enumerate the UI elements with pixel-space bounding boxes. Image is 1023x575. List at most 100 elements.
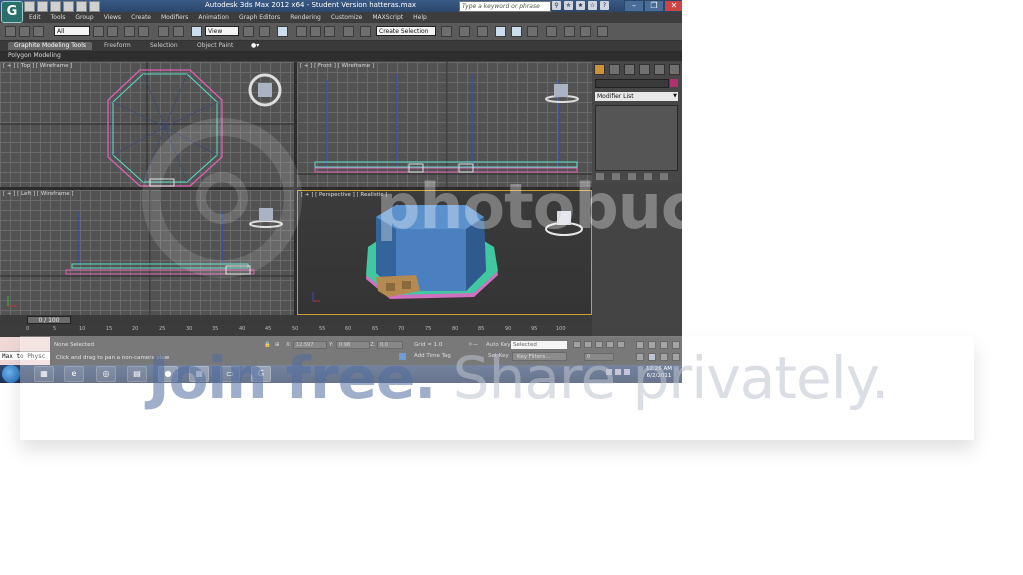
select-and-link-icon[interactable] <box>5 26 16 37</box>
minimize-icon[interactable]: – <box>624 0 644 12</box>
viewport-top-label[interactable]: [ + ] [ Top ] [ Wireframe ] <box>3 63 72 69</box>
align-icon[interactable] <box>459 26 470 37</box>
pivot-center-icon[interactable] <box>243 26 254 37</box>
media-icon[interactable]: ◎ <box>96 366 116 382</box>
explorer-folder-icon[interactable]: ▤ <box>127 366 147 382</box>
mirror-icon[interactable] <box>441 26 452 37</box>
rendered-frame-window-icon[interactable] <box>580 26 591 37</box>
display-tab-icon[interactable] <box>654 64 665 75</box>
add-time-tag-button[interactable]: Add Time Tag <box>414 353 451 359</box>
flag-icon[interactable] <box>624 369 630 375</box>
hierarchy-tab-icon[interactable] <box>624 64 635 75</box>
menu-graph-editors[interactable]: Graph Editors <box>234 12 285 23</box>
network-icon[interactable] <box>606 369 612 375</box>
maxscript-input[interactable]: Max to Physc <box>0 351 50 360</box>
next-frame-icon[interactable] <box>606 341 614 348</box>
field-of-view-icon[interactable] <box>636 353 644 361</box>
previous-frame-icon[interactable] <box>584 341 592 348</box>
spinner-snap-icon[interactable] <box>343 26 354 37</box>
y-coord-field[interactable]: 0.98 <box>336 341 370 349</box>
communication-icon[interactable]: ★ <box>576 1 585 10</box>
material-editor-icon[interactable] <box>546 26 557 37</box>
zoom-all-icon[interactable] <box>648 341 656 349</box>
key-filters-button[interactable]: Key Filters... <box>512 352 567 361</box>
layer-manager-icon[interactable] <box>477 26 488 37</box>
snaps-toggle-icon[interactable] <box>296 26 307 37</box>
pan-view-icon[interactable] <box>648 353 656 361</box>
select-and-manipulate-icon[interactable] <box>259 26 270 37</box>
schematic-view-icon[interactable] <box>527 26 538 37</box>
motion-tab-icon[interactable] <box>639 64 650 75</box>
polygon-modeling-panel[interactable]: Polygon Modeling <box>8 52 61 59</box>
menu-help[interactable]: Help <box>408 12 432 23</box>
help-icon[interactable]: ? <box>600 1 609 10</box>
object-name-field[interactable] <box>595 79 669 88</box>
viewport-left[interactable]: [ + ] [ Left ] [ Wireframe ] <box>0 190 294 315</box>
named-selection-dropdown[interactable]: Create Selection <box>376 26 436 36</box>
new-file-icon[interactable] <box>24 1 35 12</box>
menu-tools[interactable]: Tools <box>46 12 71 23</box>
menu-animation[interactable]: Animation <box>193 12 234 23</box>
taskbar-app-7[interactable]: ▭ <box>220 366 240 382</box>
menu-modifiers[interactable]: Modifiers <box>156 12 193 23</box>
volume-icon[interactable] <box>615 369 621 375</box>
maximize-viewport-icon[interactable] <box>672 353 680 361</box>
go-to-start-icon[interactable] <box>573 341 581 348</box>
zoom-extents-all-icon[interactable] <box>672 341 680 349</box>
start-button[interactable] <box>2 365 20 383</box>
zoom-extents-icon[interactable] <box>660 341 668 349</box>
curve-editor-icon[interactable] <box>511 26 522 37</box>
utilities-tab-icon[interactable] <box>669 64 680 75</box>
tab-graphite-modeling-tools[interactable]: Graphite Modeling Tools <box>8 42 93 50</box>
create-tab-icon[interactable] <box>594 64 605 75</box>
viewport-perspective-label[interactable]: [ + ] [ Perspective ] [ Realistic ] <box>301 192 387 198</box>
zoom-icon[interactable] <box>636 341 644 349</box>
reference-coordinate-dropdown[interactable]: View <box>205 26 239 36</box>
menu-edit[interactable]: Edit <box>24 12 46 23</box>
select-and-rotate-icon[interactable] <box>173 26 184 37</box>
orbit-icon[interactable] <box>660 353 668 361</box>
taskbar-app-6[interactable]: ■ <box>189 366 209 382</box>
undo-icon[interactable] <box>63 1 74 12</box>
tab-selection[interactable]: Selection <box>150 42 178 50</box>
modifier-stack[interactable] <box>595 105 678 171</box>
lock-selection-icon[interactable]: 🔒 <box>264 342 271 348</box>
render-production-icon[interactable] <box>597 26 608 37</box>
time-slider[interactable]: 0 / 100 <box>27 316 71 324</box>
z-coord-field[interactable]: 0.0 <box>377 341 403 349</box>
edit-named-selection-icon[interactable] <box>360 26 371 37</box>
modifier-list-dropdown[interactable]: Modifier List ▼ <box>595 92 678 101</box>
menu-maxscript[interactable]: MAXScript <box>367 12 408 23</box>
menu-rendering[interactable]: Rendering <box>285 12 326 23</box>
percent-snap-icon[interactable] <box>324 26 335 37</box>
restore-icon[interactable]: ❐ <box>644 0 664 12</box>
favorites-icon[interactable]: ☆ <box>588 1 597 10</box>
select-by-name-icon[interactable] <box>107 26 118 37</box>
rectangular-selection-icon[interactable] <box>124 26 135 37</box>
absolute-mode-icon[interactable]: ⊞ <box>275 342 280 348</box>
go-to-end-icon[interactable] <box>617 341 625 348</box>
firefox-icon[interactable]: ● <box>158 366 178 382</box>
menu-views[interactable]: Views <box>99 12 126 23</box>
key-icon[interactable]: ⚪— <box>468 342 478 348</box>
render-setup-icon[interactable] <box>564 26 575 37</box>
modify-tab-icon[interactable] <box>609 64 620 75</box>
viewport-top[interactable]: [ + ] [ Top ] [ Wireframe ] <box>0 62 294 187</box>
subscription-icon[interactable]: ✯ <box>564 1 573 10</box>
set-key-button[interactable]: Set Key <box>488 353 509 359</box>
maxscript-listener[interactable]: Max to Physc <box>0 337 50 365</box>
auto-key-button[interactable]: Auto Key <box>486 342 511 348</box>
internet-explorer-icon[interactable]: e <box>64 366 84 382</box>
key-mode-dropdown[interactable]: Selected <box>511 341 567 349</box>
selection-filter-dropdown[interactable]: All <box>54 26 90 36</box>
viewport-front-label[interactable]: [ + ] [ Front ] [ Wireframe ] <box>300 63 374 69</box>
configure-modifier-sets-icon[interactable] <box>660 173 668 180</box>
save-file-icon[interactable] <box>50 1 61 12</box>
keyboard-shortcut-override-icon[interactable] <box>277 26 288 37</box>
tab-freeform[interactable]: Freeform <box>104 42 131 50</box>
open-file-icon[interactable] <box>37 1 48 12</box>
make-unique-icon[interactable] <box>628 173 636 180</box>
viewport-front[interactable]: [ + ] [ Front ] [ Wireframe ] <box>297 62 592 187</box>
viewport-left-label[interactable]: [ + ] [ Left ] [ Wireframe ] <box>3 191 74 197</box>
select-and-scale-icon[interactable] <box>191 26 202 37</box>
